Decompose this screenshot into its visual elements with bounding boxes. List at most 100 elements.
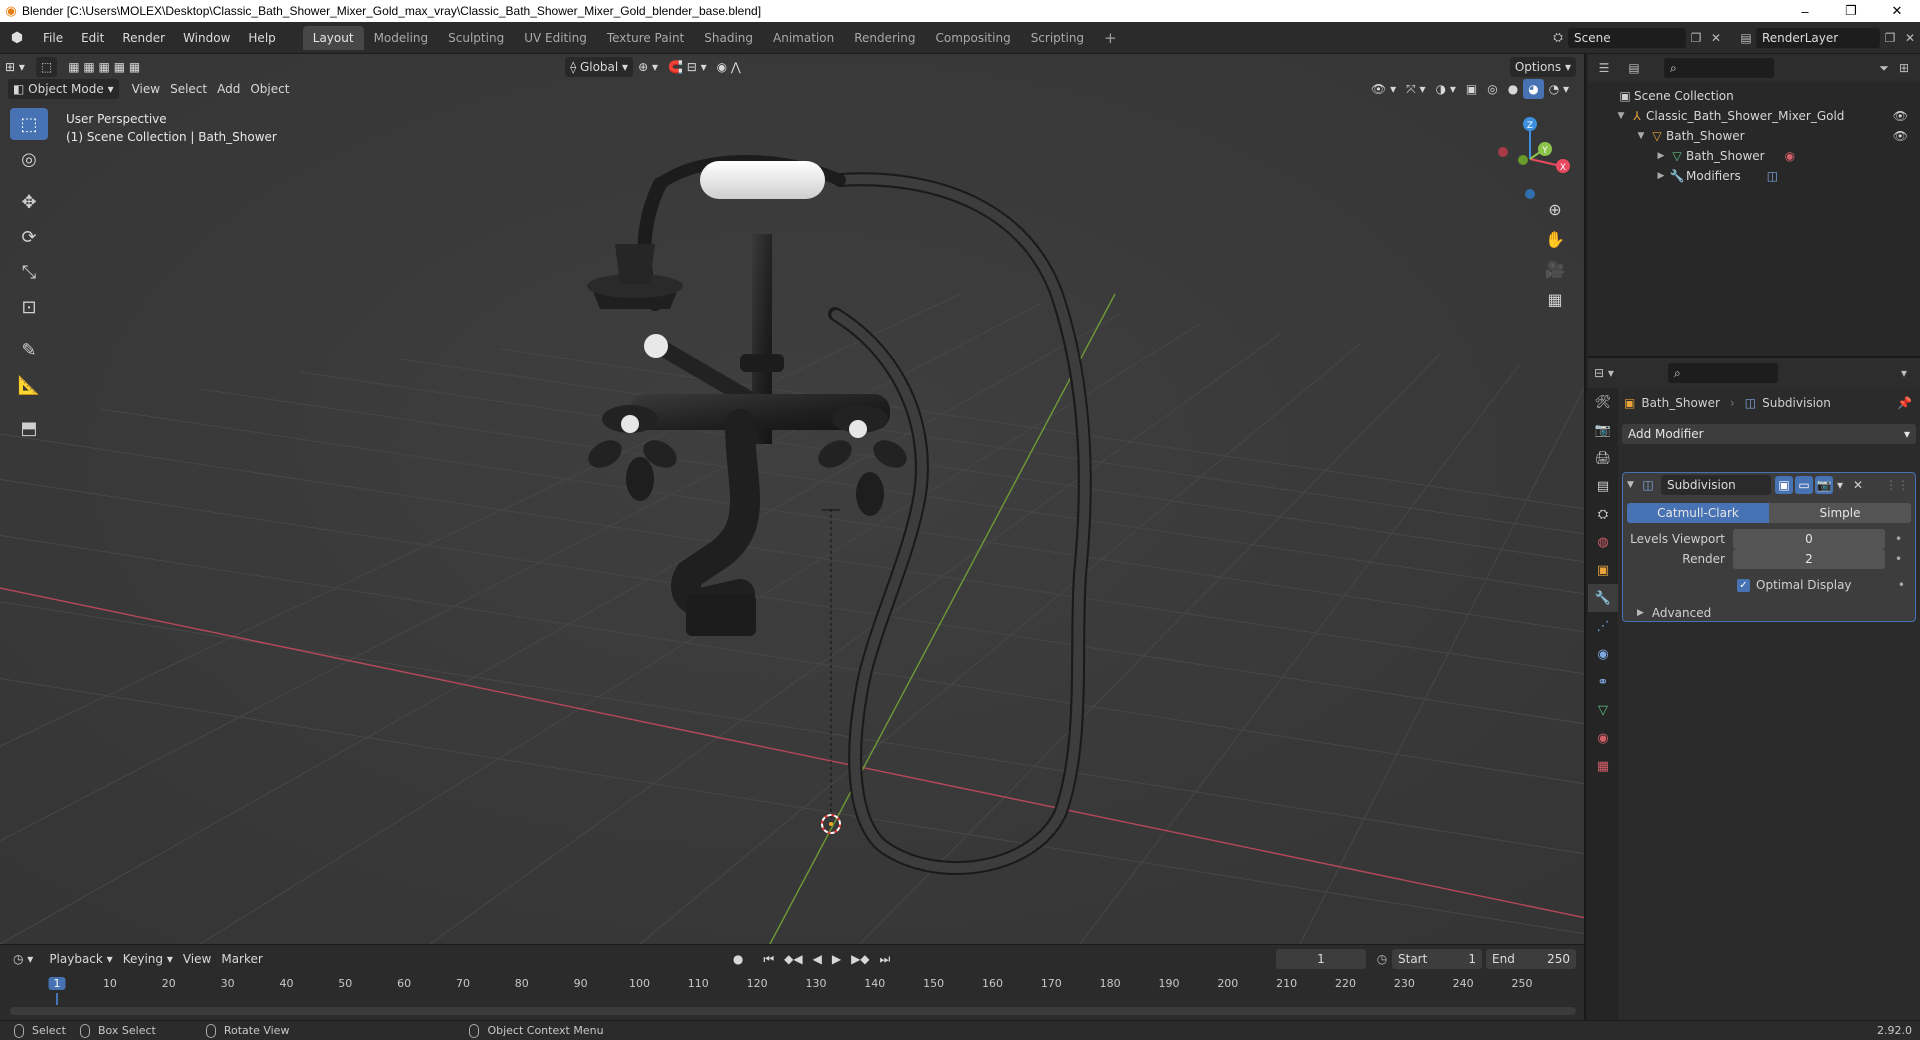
jump-start-icon[interactable]: ⏮ [758, 949, 779, 969]
3d-viewport[interactable]: ⊞ ▾ ⬚ ▦ ▦ ▦ ▦ ▦ ⟠ Global ▾ ⊕ ▾ 🧲 ⊟ ▾ ◉ ⋀… [0, 54, 1586, 944]
blender-menu-icon[interactable]: ⬢ [0, 30, 34, 46]
transform-tool-icon[interactable]: ⊡ [10, 291, 48, 323]
timeline-scrollbar[interactable] [10, 1007, 1576, 1015]
view-layer-icon[interactable]: ▤ [1736, 28, 1756, 48]
viewport-menu-object[interactable]: Object [245, 79, 294, 99]
delete-scene-icon[interactable]: ✕ [1706, 28, 1726, 48]
menu-file[interactable]: File [34, 31, 72, 45]
render-tab-icon[interactable]: 📷 [1588, 416, 1618, 444]
shading-rendered-icon[interactable]: ◔ ▾ [1544, 79, 1574, 99]
playhead-line[interactable] [56, 993, 58, 1005]
shading-wireframe-icon[interactable]: ◎ [1482, 79, 1502, 99]
new-scene-icon[interactable]: ❐ [1686, 28, 1706, 48]
properties-editor-type-icon[interactable]: ⊟ ▾ [1594, 363, 1614, 383]
timeline-editor-type-icon[interactable]: ◷ ▾ [8, 949, 38, 969]
new-collection-icon[interactable]: ⊞ [1894, 58, 1914, 78]
menu-render[interactable]: Render [113, 31, 174, 45]
start-frame-field[interactable]: Start 1 [1392, 949, 1482, 969]
scene-name-field[interactable]: Scene [1568, 27, 1686, 48]
tab-compositing[interactable]: Compositing [925, 26, 1020, 50]
outliner-search-input[interactable]: ⌕ [1664, 58, 1774, 78]
simple-button[interactable]: Simple [1769, 503, 1911, 523]
visibility-eye-icon[interactable]: 👁 [1893, 109, 1908, 123]
expand-arrow-icon[interactable]: ▼ [1614, 111, 1628, 121]
annotate-tool-icon[interactable]: ✎ [10, 334, 48, 366]
pivot-point-icon[interactable]: ⊕ ▾ [633, 57, 663, 77]
view-layer-field[interactable]: RenderLayer [1756, 27, 1880, 48]
tool-tab-icon[interactable]: 🛠 [1588, 388, 1618, 416]
options-dropdown[interactable]: Options ▾ [1509, 57, 1576, 77]
timeline-menu-view[interactable]: View [178, 949, 216, 969]
expand-arrow-icon[interactable]: ▶ [1637, 608, 1644, 618]
maximize-button[interactable]: ❐ [1828, 0, 1874, 22]
add-modifier-dropdown[interactable]: Add Modifier ▾ [1622, 424, 1916, 444]
timeline-menu-playback[interactable]: Playback ▾ [44, 949, 117, 969]
outliner-row-collection[interactable]: ▼ ⅄ Classic_Bath_Shower_Mixer_Gold 👁 [1588, 106, 1920, 126]
snap-icon[interactable]: 🧲 ⊟ ▾ [663, 57, 712, 77]
output-tab-icon[interactable]: 🖨 [1588, 444, 1618, 472]
menu-help[interactable]: Help [239, 31, 284, 45]
viewport-menu-view[interactable]: View [127, 79, 165, 99]
constraints-tab-icon[interactable]: ⚭ [1588, 668, 1618, 696]
timeline-menu-marker[interactable]: Marker [216, 949, 267, 969]
chevron-down-icon[interactable]: ▾ [1894, 363, 1914, 383]
expand-arrow-icon[interactable]: ▼ [1634, 131, 1648, 141]
pin-icon[interactable]: 📌 [1897, 396, 1912, 410]
editor-type-button[interactable]: ⊞ ▾ [0, 57, 30, 77]
keyframe-dot-icon[interactable]: • [1898, 578, 1905, 592]
pan-hand-icon[interactable]: ✋ [1540, 224, 1570, 254]
visibility-eye-icon[interactable]: 👁 [1893, 129, 1908, 143]
next-keyframe-icon[interactable]: ▶◆ [846, 949, 874, 969]
add-cube-tool-icon[interactable]: ⬒ [10, 412, 48, 444]
object-tab-icon[interactable]: ▣ [1588, 556, 1618, 584]
menu-edit[interactable]: Edit [72, 31, 113, 45]
tab-layout[interactable]: Layout [302, 25, 364, 50]
tab-modeling[interactable]: Modeling [364, 26, 439, 50]
editmode-toggle-icon[interactable]: ▣ [1775, 476, 1793, 494]
autokey-record-icon[interactable]: ● [728, 949, 748, 969]
add-workspace-button[interactable]: + [1094, 26, 1127, 50]
optimal-display-checkbox[interactable]: ✓ [1737, 578, 1750, 592]
prev-keyframe-icon[interactable]: ◆◀ [779, 949, 807, 969]
scene-tab-icon[interactable]: ⛭ [1588, 500, 1618, 528]
shading-solid-icon[interactable]: ● [1503, 79, 1523, 99]
viewport-menu-select[interactable]: Select [165, 79, 212, 99]
measure-tool-icon[interactable]: 📐 [10, 369, 48, 401]
cursor-tool-icon[interactable]: ◎ [10, 143, 48, 175]
timeline-menu-keying[interactable]: Keying ▾ [118, 949, 178, 969]
object-mode-dropdown[interactable]: ◧ Object Mode ▾ [8, 79, 119, 99]
tab-rendering[interactable]: Rendering [844, 26, 925, 50]
expand-arrow-icon[interactable]: ▶ [1654, 171, 1668, 181]
scale-tool-icon[interactable]: ⤡ [10, 256, 48, 288]
overlays-icon[interactable]: ◑ ▾ [1431, 79, 1461, 99]
jump-end-icon[interactable]: ⏭ [875, 949, 896, 969]
gizmo-toggle-icon[interactable]: ⤧ ▾ [1401, 79, 1430, 99]
close-window-button[interactable]: ✕ [1874, 0, 1920, 22]
play-icon[interactable]: ▶ [827, 949, 846, 969]
timeline-ruler[interactable]: 1 10 20 30 40 50 60 70 80 90 100 110 120 130 140 150 160… [0, 975, 1586, 1005]
shading-material-icon[interactable]: ◕ [1523, 79, 1544, 99]
outliner-row-scene-collection[interactable]: ▣ Scene Collection [1588, 86, 1920, 106]
viewport-toggle-icon[interactable]: ▭ [1795, 476, 1813, 494]
preview-range-icon[interactable]: ◷ [1372, 949, 1392, 969]
zoom-icon[interactable]: ⊕ [1540, 194, 1570, 224]
tab-texture-paint[interactable]: Texture Paint [597, 26, 694, 50]
delete-view-layer-icon[interactable]: ✕ [1900, 28, 1920, 48]
keyframe-dot-icon[interactable]: • [1895, 552, 1902, 566]
end-frame-field[interactable]: End 250 [1486, 949, 1576, 969]
perspective-toggle-icon[interactable]: ▦ [1540, 284, 1570, 314]
minimize-button[interactable]: – [1782, 0, 1828, 22]
select-tool-mode-icon[interactable]: ⬚ [35, 57, 58, 77]
playhead-frame-indicator[interactable]: 1 [48, 977, 66, 990]
properties-search-input[interactable]: ⌕ [1668, 363, 1778, 383]
modifier-name-field[interactable]: Subdivision [1661, 475, 1771, 495]
tab-shading[interactable]: Shading [694, 26, 763, 50]
navigation-gizmo[interactable]: Z X Y [1485, 114, 1575, 204]
drag-handle-icon[interactable]: ⋮⋮ [1885, 478, 1909, 492]
outliner-row-object[interactable]: ▼ ▽ Bath_Shower 👁 [1588, 126, 1920, 146]
render-levels-field[interactable]: 2 [1733, 549, 1885, 569]
tab-uv-editing[interactable]: UV Editing [514, 26, 597, 50]
tab-animation[interactable]: Animation [763, 26, 844, 50]
outliner-row-modifiers[interactable]: ▶ 🔧 Modifiers ◫ [1588, 166, 1920, 186]
catmull-clark-button[interactable]: Catmull-Clark [1627, 503, 1769, 523]
